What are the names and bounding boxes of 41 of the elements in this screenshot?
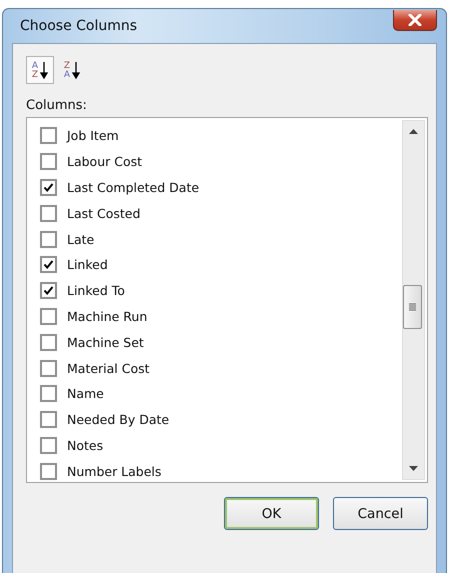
scroll-up-icon[interactable] (409, 129, 418, 134)
checkbox[interactable] (40, 153, 57, 170)
window-title: Choose Columns (19, 18, 138, 34)
column-label: Last Completed Date (67, 180, 200, 195)
column-label: Needed By Date (67, 412, 170, 428)
checkmark-icon (43, 259, 54, 270)
column-label: Late (67, 232, 94, 247)
column-label: Last Costed (67, 206, 140, 221)
column-label: Number Labels (67, 464, 162, 479)
checkbox[interactable] (40, 256, 57, 274)
checkbox[interactable] (40, 385, 57, 402)
ok-button[interactable]: OK (224, 497, 319, 530)
checkbox[interactable] (40, 282, 57, 300)
close-button[interactable] (393, 10, 437, 30)
checkbox[interactable] (40, 462, 57, 480)
column-label: Labour Cost (67, 154, 142, 170)
column-label: Name (67, 386, 104, 402)
column-label: Notes (67, 438, 104, 453)
scrollbar[interactable] (402, 120, 425, 480)
column-label: Job Item (67, 128, 119, 144)
checkbox[interactable] (40, 436, 57, 454)
cancel-button[interactable]: Cancel (333, 497, 428, 530)
column-label: Machine Run (67, 308, 148, 324)
checkbox[interactable] (40, 360, 57, 377)
checkbox[interactable] (40, 230, 57, 248)
columns-label: Columns: (26, 98, 88, 113)
checkmark-icon (43, 182, 54, 193)
checkbox[interactable] (40, 411, 57, 428)
checkbox[interactable] (40, 127, 57, 144)
scroll-down-icon[interactable] (409, 466, 418, 471)
checkbox[interactable] (40, 308, 57, 325)
column-label: Machine Set (67, 334, 144, 350)
checkbox[interactable] (40, 334, 57, 351)
column-label: Material Cost (67, 360, 150, 376)
column-label: Linked (67, 257, 108, 272)
column-label: Linked To (67, 283, 125, 298)
scroll-thumb[interactable] (403, 285, 422, 329)
close-icon (408, 14, 422, 26)
checkbox[interactable] (40, 204, 57, 222)
checkbox[interactable] (40, 178, 57, 196)
checkmark-icon (43, 285, 54, 296)
